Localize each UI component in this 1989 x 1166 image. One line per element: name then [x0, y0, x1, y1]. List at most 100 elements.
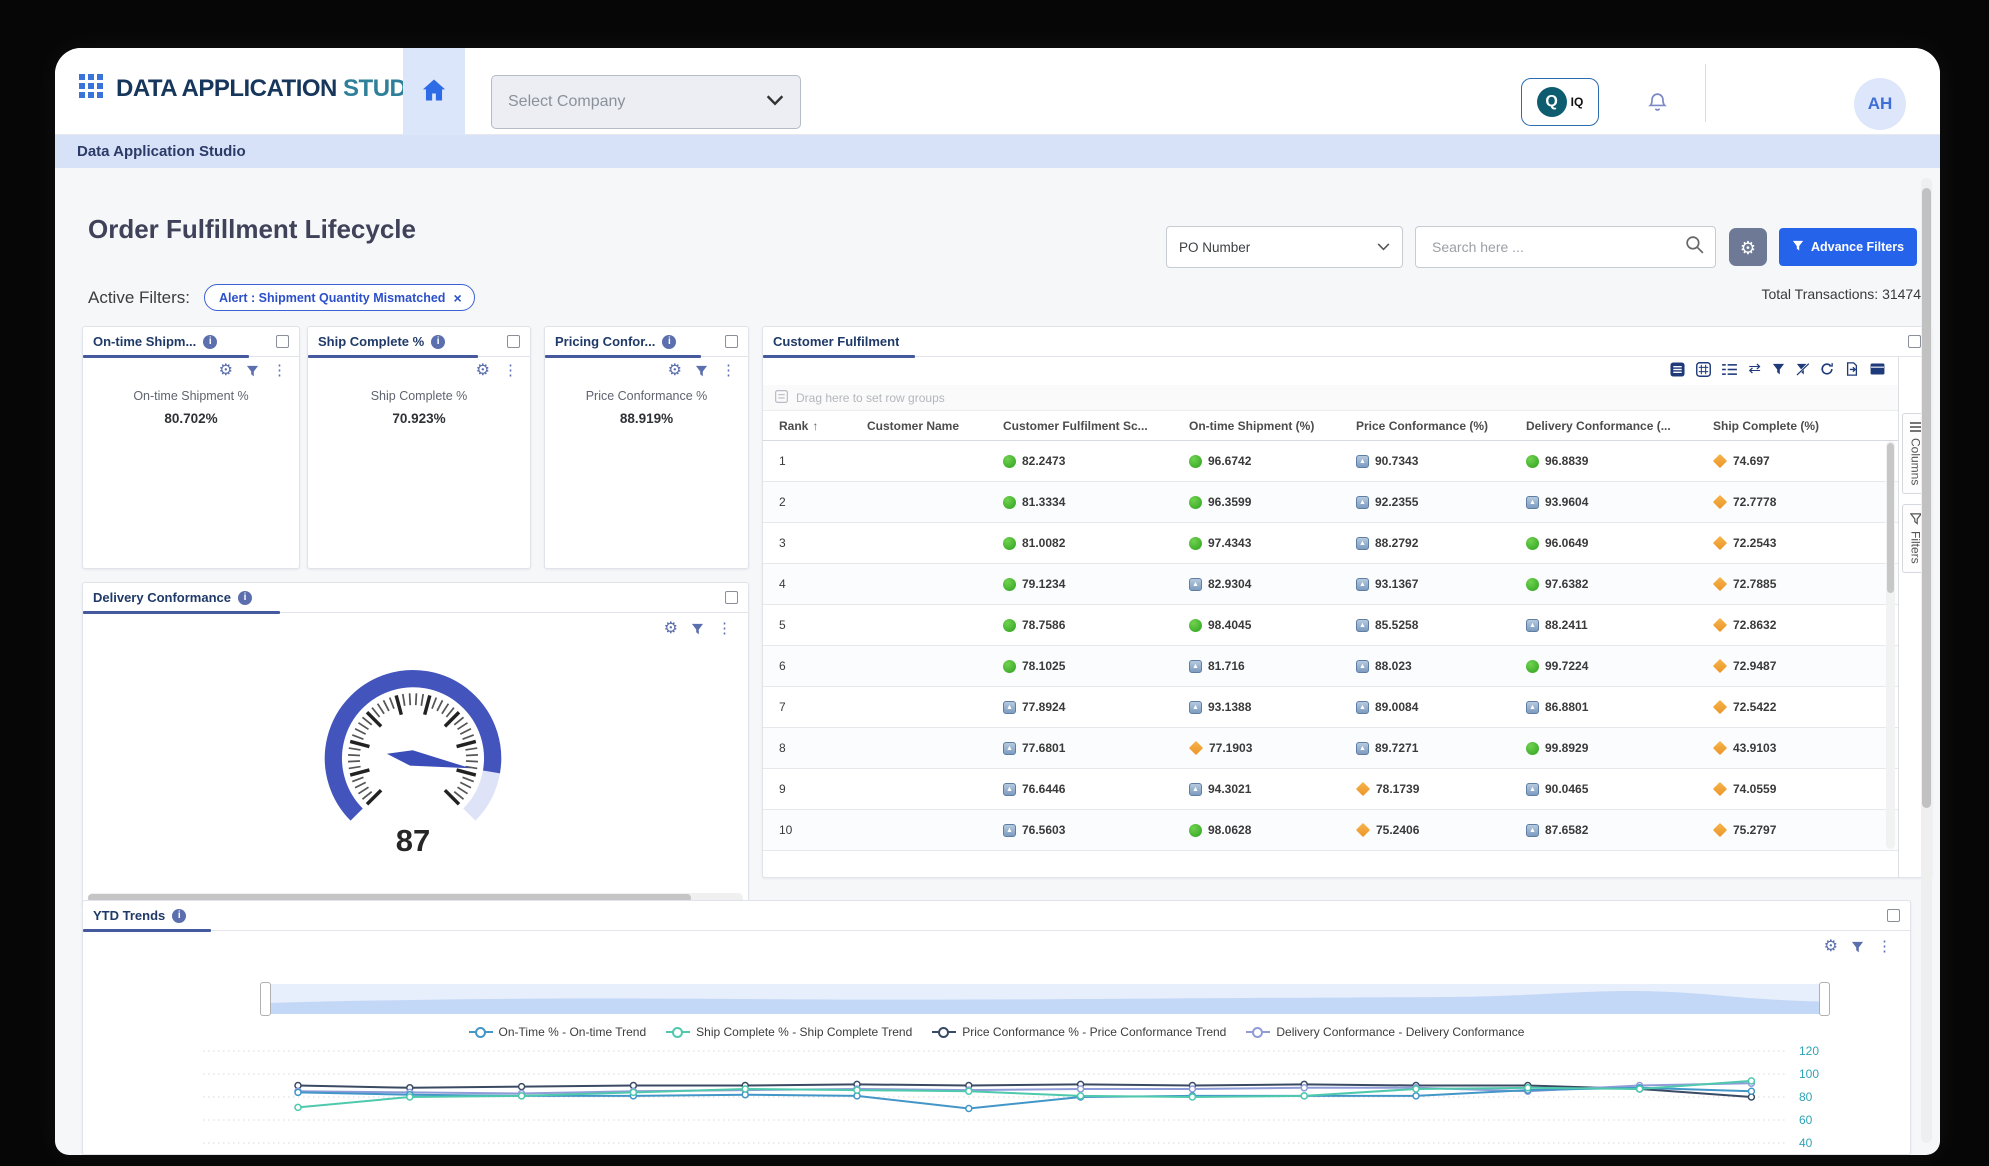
kebab-icon[interactable]: ⋮ — [272, 363, 287, 379]
filter-icon[interactable] — [695, 365, 708, 378]
data-point[interactable] — [1189, 1086, 1195, 1092]
panel-checkbox[interactable] — [1887, 909, 1900, 922]
data-point[interactable] — [1525, 1085, 1531, 1091]
table-row[interactable]: 7▲77.8924▲93.1388▲89.0084▲86.880172.5422 — [763, 687, 1898, 728]
data-point[interactable] — [966, 1106, 972, 1112]
column-header-customer-name[interactable]: Customer Name — [851, 411, 987, 440]
filter-icon[interactable] — [1772, 363, 1785, 376]
legend-item[interactable]: Delivery Conformance - Delivery Conforma… — [1246, 1025, 1524, 1039]
table-row[interactable]: 281.333496.3599▲92.2355▲93.960472.7778 — [763, 482, 1898, 523]
data-point[interactable] — [1748, 1088, 1754, 1094]
navigator-handle-right[interactable] — [1819, 982, 1830, 1016]
chart-range-navigator[interactable] — [266, 984, 1824, 1014]
scrollbar-thumb[interactable] — [1922, 188, 1931, 808]
iq-assistant-button[interactable]: Q IQ — [1521, 78, 1599, 126]
settings-button[interactable]: ⚙ — [1729, 228, 1767, 266]
data-point[interactable] — [295, 1089, 301, 1095]
table-row[interactable]: 8▲77.680177.1903▲89.727199.892943.9103 — [763, 728, 1898, 769]
data-point[interactable] — [742, 1086, 748, 1092]
table-row[interactable]: 381.008297.4343▲88.279296.064972.2543 — [763, 523, 1898, 564]
data-point[interactable] — [854, 1087, 860, 1093]
gear-icon[interactable]: ⚙ — [1824, 939, 1838, 955]
column-header-customer-fulfilment-sc[interactable]: Customer Fulfilment Sc... — [987, 411, 1173, 440]
data-point[interactable] — [1078, 1093, 1084, 1099]
kebab-icon[interactable]: ⋮ — [721, 363, 736, 379]
row-group-dropzone[interactable]: Drag here to set row groups — [763, 385, 1898, 411]
kebab-icon[interactable]: ⋮ — [717, 621, 732, 637]
column-header-rank[interactable]: Rank↑ — [763, 411, 851, 440]
column-header-delivery-conformance[interactable]: Delivery Conformance (... — [1510, 411, 1697, 440]
legend-item[interactable]: Price Conformance % - Price Conformance … — [932, 1025, 1226, 1039]
info-icon[interactable] — [431, 335, 445, 349]
column-header-on-time-shipment[interactable]: On-time Shipment (%) — [1173, 411, 1340, 440]
status-value: 88.023 — [1375, 659, 1412, 673]
table-row[interactable]: 182.247396.6742▲90.734396.883974.697 — [763, 441, 1898, 482]
close-icon[interactable] — [453, 290, 461, 306]
home-button[interactable] — [403, 48, 465, 135]
legend-item[interactable]: On-Time % - On-time Trend — [469, 1025, 647, 1039]
column-header-price-conformance[interactable]: Price Conformance (%) — [1340, 411, 1510, 440]
table-view-icon[interactable] — [1670, 362, 1685, 377]
data-point[interactable] — [1748, 1078, 1754, 1084]
grid-vertical-scrollbar[interactable] — [1886, 441, 1895, 849]
advance-filters-button[interactable]: Advance Filters — [1779, 228, 1917, 266]
refresh-icon[interactable] — [1820, 362, 1834, 376]
gear-icon[interactable]: ⚙ — [476, 363, 490, 379]
card-checkbox[interactable] — [276, 335, 289, 348]
data-point[interactable] — [966, 1088, 972, 1094]
data-point[interactable] — [1637, 1086, 1643, 1092]
info-icon[interactable] — [238, 591, 252, 605]
gear-icon[interactable]: ⚙ — [668, 363, 682, 379]
column-header-ship-complete[interactable]: Ship Complete (%) — [1697, 411, 1857, 440]
filter-chip[interactable]: Alert : Shipment Quantity Mismatched — [204, 284, 475, 311]
data-point[interactable] — [1301, 1085, 1307, 1091]
table-row[interactable]: 9▲76.6446▲94.302178.1739▲90.046574.0559 — [763, 769, 1898, 810]
gauge-tick — [403, 694, 405, 706]
data-point[interactable] — [407, 1094, 413, 1100]
data-point[interactable] — [519, 1093, 525, 1099]
row-groups-icon[interactable] — [1722, 363, 1737, 376]
gear-icon[interactable]: ⚙ — [219, 363, 233, 379]
panel-checkbox[interactable] — [725, 591, 738, 604]
info-icon[interactable] — [203, 335, 217, 349]
data-point[interactable] — [1189, 1094, 1195, 1100]
select-company-dropdown[interactable]: Select Company — [491, 75, 801, 129]
data-point[interactable] — [1413, 1093, 1419, 1099]
data-point[interactable] — [630, 1089, 636, 1095]
avatar[interactable]: AH — [1854, 78, 1906, 130]
info-icon[interactable] — [662, 335, 676, 349]
gear-icon[interactable]: ⚙ — [664, 621, 678, 637]
sheet-icon[interactable] — [1870, 363, 1885, 375]
search-icon[interactable] — [1684, 234, 1705, 260]
table-row[interactable]: 10▲76.560398.062875.2406▲87.658275.2797 — [763, 810, 1898, 851]
export-icon[interactable] — [1845, 362, 1859, 376]
notifications-button[interactable] — [1641, 90, 1674, 118]
kebab-icon[interactable]: ⋮ — [503, 363, 518, 379]
search-input[interactable] — [1430, 238, 1684, 256]
legend-item[interactable]: Ship Complete % - Ship Complete Trend — [666, 1025, 912, 1039]
data-point[interactable] — [519, 1084, 525, 1090]
filter-icon[interactable] — [691, 623, 704, 636]
filter-icon[interactable] — [1851, 941, 1864, 954]
page-vertical-scrollbar[interactable] — [1921, 178, 1932, 1143]
po-number-dropdown[interactable]: PO Number — [1166, 226, 1403, 268]
kebab-icon[interactable]: ⋮ — [1877, 939, 1892, 955]
gauge-tick — [352, 777, 363, 781]
card-checkbox[interactable] — [507, 335, 520, 348]
scrollbar-thumb[interactable] — [1887, 443, 1894, 593]
table-row[interactable]: 479.1234▲82.9304▲93.136797.638272.7885 — [763, 564, 1898, 605]
data-point[interactable] — [1078, 1086, 1084, 1092]
data-point[interactable] — [1413, 1086, 1419, 1092]
filter-icon[interactable] — [246, 365, 259, 378]
pivot-view-icon[interactable] — [1696, 362, 1711, 377]
table-row[interactable]: 578.758698.4045▲85.5258▲88.241172.8632 — [763, 605, 1898, 646]
data-point[interactable] — [295, 1104, 301, 1110]
info-icon[interactable] — [172, 909, 186, 923]
card-checkbox[interactable] — [725, 335, 738, 348]
table-row[interactable]: 678.1025▲81.716▲88.02399.722472.9487 — [763, 646, 1898, 687]
swap-icon[interactable]: ⇄ — [1748, 361, 1761, 377]
filter-off-icon[interactable] — [1796, 363, 1809, 376]
panel-checkbox[interactable] — [1908, 335, 1921, 348]
data-point[interactable] — [1301, 1093, 1307, 1099]
navigator-handle-left[interactable] — [260, 982, 271, 1016]
